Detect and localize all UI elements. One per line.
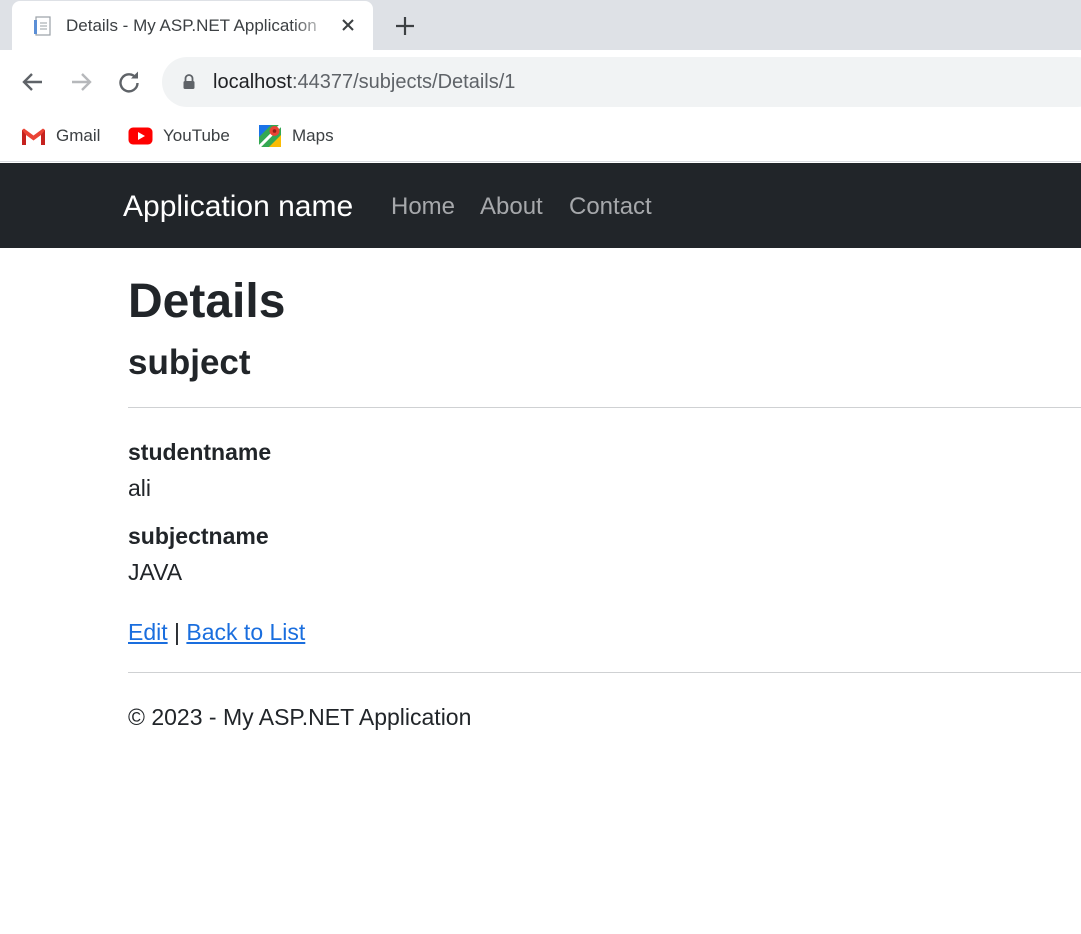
bookmark-maps[interactable]: Maps <box>258 123 334 149</box>
nav-link-home[interactable]: Home <box>391 192 455 222</box>
edit-link[interactable]: Edit <box>128 619 168 645</box>
gmail-icon <box>21 127 46 145</box>
action-separator: | <box>174 619 181 645</box>
lock-icon[interactable] <box>180 73 198 91</box>
bookmarks-bar: Gmail YouTube Maps <box>0 112 1081 162</box>
bookmark-label: Gmail <box>56 126 101 145</box>
nav-link-contact[interactable]: Contact <box>569 192 652 222</box>
url-path: :44377/subjects/Details/1 <box>291 71 516 93</box>
bookmark-label: Maps <box>292 126 334 145</box>
tab-title: Details - My ASP.NET Application <box>66 16 317 35</box>
brand-link[interactable]: Application name <box>123 189 353 225</box>
site-navbar: Application name Home About Contact <box>0 163 1081 248</box>
url-host: localhost <box>213 71 292 93</box>
back-to-list-link[interactable]: Back to List <box>186 619 305 645</box>
plus-icon[interactable] <box>393 14 417 38</box>
bookmark-label: YouTube <box>163 126 230 145</box>
bookmark-gmail[interactable]: Gmail <box>21 123 100 149</box>
youtube-icon <box>128 127 153 145</box>
field-label-subjectname: subjectname <box>128 523 269 549</box>
maps-icon <box>258 124 282 148</box>
field-label-studentname: studentname <box>128 439 272 465</box>
entity-title: subject <box>128 343 251 382</box>
document-icon <box>34 16 51 36</box>
divider <box>128 407 1081 408</box>
action-links: Edit | Back to List <box>128 618 305 646</box>
nav-link-about[interactable]: About <box>480 192 543 222</box>
field-value-subjectname: JAVA <box>128 559 183 585</box>
footer-text: © 2023 - My ASP.NET Application <box>128 704 472 730</box>
page-title: Details <box>128 275 286 328</box>
footer-divider <box>128 672 1081 673</box>
back-arrow-icon[interactable] <box>20 69 46 95</box>
browser-tab[interactable]: Details - My ASP.NET Application <box>12 1 373 50</box>
reload-icon[interactable] <box>116 69 142 95</box>
url-text: localhost:44377/subjects/Details/1 <box>213 70 515 94</box>
browser-toolbar: localhost:44377/subjects/Details/1 <box>0 50 1081 112</box>
field-value-studentname: ali <box>128 475 152 501</box>
browser-tabstrip: Details - My ASP.NET Application <box>0 0 1081 50</box>
close-icon[interactable] <box>337 14 359 36</box>
forward-arrow-icon[interactable] <box>68 69 94 95</box>
address-bar[interactable]: localhost:44377/subjects/Details/1 <box>162 57 1081 107</box>
bookmark-youtube[interactable]: YouTube <box>128 123 230 149</box>
